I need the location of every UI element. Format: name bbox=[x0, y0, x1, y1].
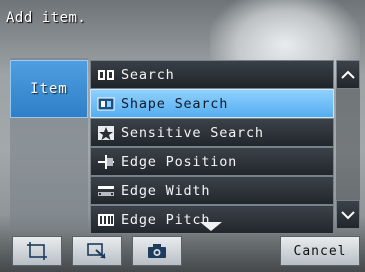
list-item-edge-position[interactable]: Edge Position bbox=[90, 147, 334, 176]
zoom-area-icon bbox=[87, 243, 106, 259]
list-item-edge-width[interactable]: Edge Width bbox=[90, 176, 334, 205]
item-list: Search Shape Search Sensitive Search Edg… bbox=[90, 60, 334, 234]
list-header-label: Search bbox=[121, 66, 175, 83]
more-items-indicator bbox=[200, 222, 222, 231]
tab-item[interactable]: Item bbox=[10, 60, 88, 118]
list-item-label: Shape Search bbox=[121, 95, 229, 112]
edge-width-icon bbox=[97, 183, 115, 199]
search-category-icon bbox=[97, 67, 115, 83]
scroll-down-button[interactable] bbox=[336, 200, 360, 229]
shape-search-icon bbox=[97, 96, 115, 112]
tab-item-label: Item bbox=[30, 81, 68, 97]
list-item-label: Edge Pitch bbox=[121, 211, 211, 228]
chevron-down-icon bbox=[341, 210, 355, 219]
edge-pitch-icon bbox=[97, 212, 115, 228]
status-message: Add item. bbox=[6, 10, 87, 26]
scroll-up-button[interactable] bbox=[336, 60, 360, 89]
frame-select-icon bbox=[27, 242, 47, 260]
edge-position-icon bbox=[97, 154, 115, 170]
cancel-button[interactable]: Cancel bbox=[280, 236, 360, 266]
sensitive-search-icon bbox=[97, 125, 115, 141]
cancel-button-label: Cancel bbox=[293, 243, 347, 259]
chevron-up-icon bbox=[341, 70, 355, 79]
frame-select-button[interactable] bbox=[12, 236, 62, 266]
list-item-shape-search[interactable]: Shape Search bbox=[90, 89, 334, 118]
list-header-search[interactable]: Search bbox=[90, 60, 334, 89]
list-item-label: Edge Width bbox=[121, 182, 211, 199]
list-item-sensitive-search[interactable]: Sensitive Search bbox=[90, 118, 334, 147]
camera-icon bbox=[148, 244, 166, 258]
scrollbar-track[interactable] bbox=[336, 89, 360, 200]
list-item-label: Edge Position bbox=[121, 153, 238, 170]
camera-button[interactable] bbox=[132, 236, 182, 266]
list-item-label: Sensitive Search bbox=[121, 124, 264, 141]
zoom-area-button[interactable] bbox=[72, 236, 122, 266]
